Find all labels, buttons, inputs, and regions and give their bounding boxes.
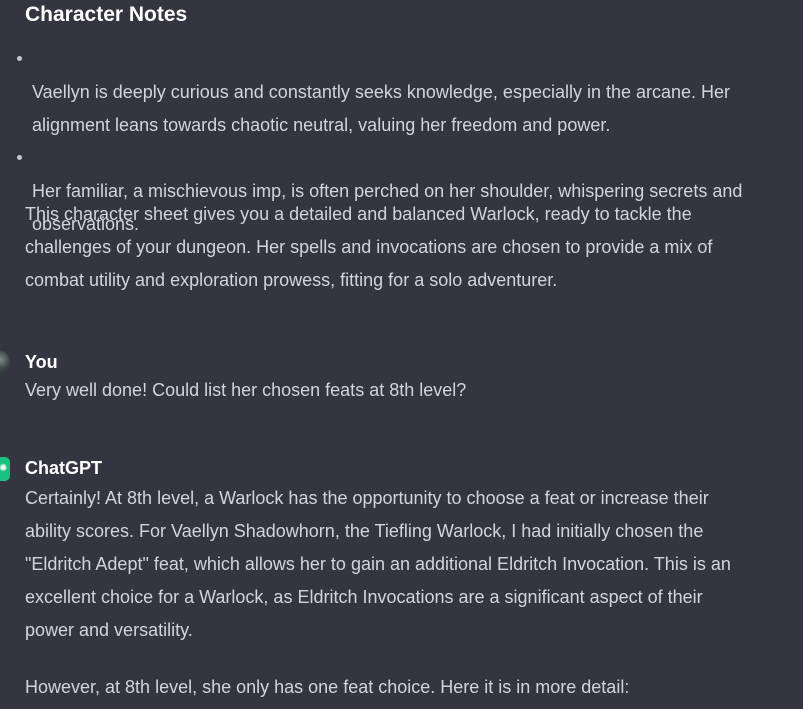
user-author-label: You <box>25 352 58 372</box>
bullet-icon <box>17 155 22 160</box>
chatgpt-avatar: ✺ <box>0 457 10 481</box>
openai-logo-icon: ✺ <box>0 463 8 474</box>
bullet-icon <box>17 56 22 61</box>
summary-paragraph: This character sheet gives you a detaile… <box>25 204 713 290</box>
assistant-paragraph[interactable]: However, at 8th level, she only has one … <box>25 671 629 704</box>
user-message-text[interactable]: Very well done! Could list her chosen fe… <box>25 374 466 407</box>
assistant-paragraph[interactable]: Certainly! At 8th level, a Warlock has t… <box>25 482 731 647</box>
assistant-author-label: ChatGPT <box>25 458 103 478</box>
character-notes-heading: Character Notes <box>25 3 188 26</box>
user-avatar <box>0 350 10 374</box>
list-item: Vaellyn is deeply curious and constantly… <box>0 43 803 142</box>
list-item-text: Vaellyn is deeply curious and constantly… <box>32 82 731 135</box>
